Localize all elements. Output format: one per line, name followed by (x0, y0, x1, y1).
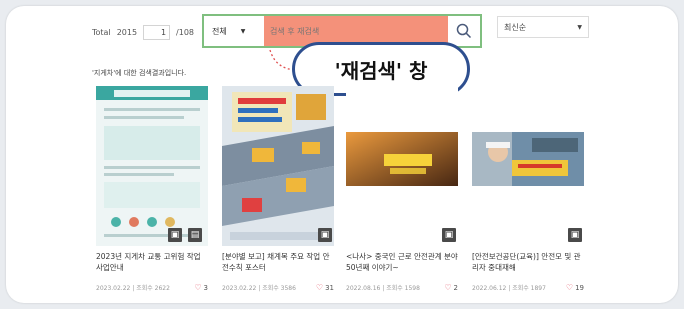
thumbnail-image (472, 86, 584, 246)
heart-icon: ♡ (194, 283, 202, 292)
thumbnail-image (96, 86, 208, 246)
item-title[interactable]: [분야별 보고] 채계목 주요 작업 안전수칙 포스터 (222, 251, 334, 273)
like-count: 2 (453, 284, 458, 292)
item-date-views: 2022.06.12 | 조회수 1897 (472, 285, 546, 292)
like-button[interactable]: ♡ 3 (194, 283, 208, 292)
item-date-views: 2023.02.22 | 조회수 2622 (96, 285, 170, 292)
thumbnail-image (222, 86, 334, 246)
item-meta: 2023.02.22 | 조회수 3586 ♡ 31 (222, 283, 334, 292)
like-count: 3 (203, 284, 208, 292)
bookmark-icon[interactable]: ▣ (318, 228, 332, 242)
item-title[interactable]: 2023년 지게차 교통 고위험 작업 사업안내 (96, 251, 208, 273)
item-meta: 2022.08.16 | 조회수 1598 ♡ 2 (346, 283, 458, 292)
item-meta: 2022.06.12 | 조회수 1897 ♡ 19 (472, 283, 584, 292)
heart-icon: ♡ (444, 283, 452, 292)
result-message: '지게차'에 대한 검색결과입니다. (92, 69, 187, 77)
bookmark-icon[interactable]: ▣ (568, 228, 582, 242)
heart-icon: ♡ (315, 283, 324, 292)
share-icon[interactable]: ▤ (188, 228, 202, 242)
like-count: 19 (575, 284, 584, 292)
item-title[interactable]: [안전보건공단(교육)] 안전모 및 관리자 중대재해 (472, 251, 584, 273)
like-count: 31 (325, 284, 334, 292)
item-title[interactable]: <나사> 중국인 근로 안전관계 분야 50년째 이야기~ (346, 251, 458, 273)
bookmark-icon[interactable]: ▣ (168, 228, 182, 242)
like-button[interactable]: ♡ 2 (444, 283, 458, 292)
item-meta: 2023.02.22 | 조회수 2622 ♡ 3 (96, 283, 208, 292)
like-button[interactable]: ♡ 31 (316, 283, 334, 292)
item-date-views: 2023.02.22 | 조회수 3586 (222, 285, 296, 292)
heart-icon: ♡ (565, 283, 574, 292)
bookmark-icon[interactable]: ▣ (442, 228, 456, 242)
thumbnail-image (346, 86, 458, 246)
callout-label: '재검색' 창 (334, 58, 428, 83)
like-button[interactable]: ♡ 19 (566, 283, 584, 292)
item-date-views: 2022.08.16 | 조회수 1598 (346, 285, 420, 292)
